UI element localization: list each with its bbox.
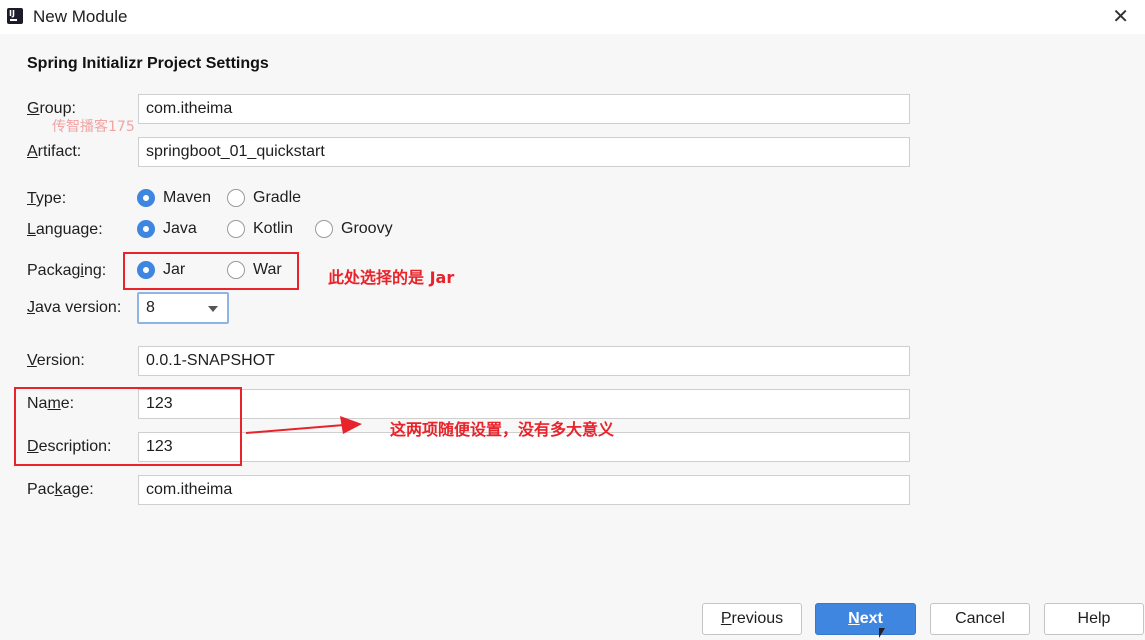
language-label: Language: <box>27 221 103 238</box>
chevron-down-icon <box>208 306 218 312</box>
radio-selected-icon <box>137 189 155 207</box>
java-version-label: Java version: <box>27 299 122 316</box>
type-label: Type: <box>27 190 67 207</box>
artifact-label: Artifact: <box>27 143 82 160</box>
package-label: Package: <box>27 481 94 498</box>
window-title: New Module <box>33 7 128 26</box>
intellij-app-icon: IJ <box>7 8 23 24</box>
name-description-annotation: 这两项随便设置，没有多大意义 <box>390 420 615 439</box>
radio-empty-icon <box>315 220 333 238</box>
title-bar: IJ New Module ✕ <box>0 0 1145 34</box>
close-icon[interactable]: ✕ <box>1112 6 1129 28</box>
type-radio-gradle[interactable]: Gradle <box>227 189 301 207</box>
watermark-text: 传智播客175 <box>52 119 135 135</box>
language-radio-kotlin[interactable]: Kotlin <box>227 220 293 238</box>
radio-empty-icon <box>227 189 245 207</box>
name-description-highlight-box <box>14 387 242 466</box>
packaging-annotation: 此处选择的是 Jar <box>328 268 455 287</box>
packaging-label: Packaging: <box>27 262 107 279</box>
radio-empty-icon <box>227 220 245 238</box>
artifact-input[interactable] <box>138 137 910 167</box>
group-input[interactable] <box>138 94 910 124</box>
package-input[interactable] <box>138 475 910 505</box>
language-radio-groovy[interactable]: Groovy <box>315 220 393 238</box>
type-radio-maven[interactable]: Maven <box>137 189 211 207</box>
section-title: Spring Initializr Project Settings <box>27 55 269 72</box>
java-version-select[interactable]: 8 <box>137 292 229 324</box>
next-button[interactable]: Next <box>815 603 916 635</box>
radio-selected-icon <box>137 220 155 238</box>
previous-button[interactable]: Previous <box>702 603 802 635</box>
annotation-arrow-icon <box>245 416 362 434</box>
help-button[interactable]: Help <box>1044 603 1144 635</box>
language-radio-java[interactable]: Java <box>137 220 197 238</box>
cancel-button[interactable]: Cancel <box>930 603 1030 635</box>
mouse-cursor-icon <box>879 628 885 638</box>
version-input[interactable] <box>138 346 910 376</box>
version-label: Version: <box>27 352 85 369</box>
packaging-highlight-box <box>123 252 299 290</box>
